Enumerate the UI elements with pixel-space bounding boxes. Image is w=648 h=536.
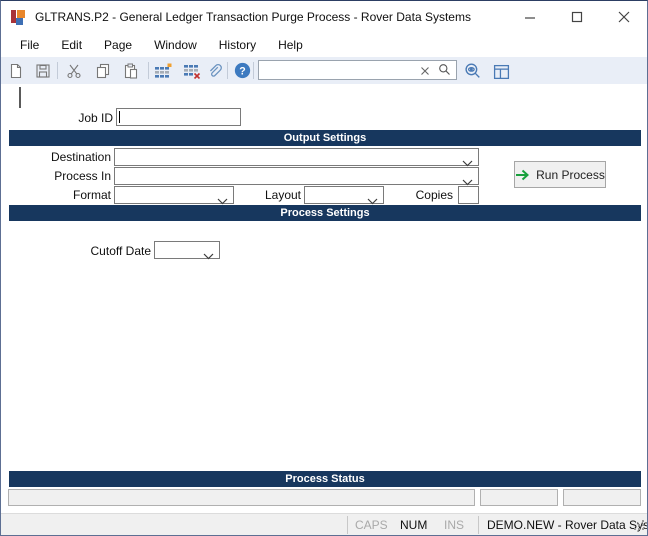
paperclip-icon [206, 63, 222, 79]
job-id-label: Job ID [1, 111, 113, 125]
app-window: GLTRANS.P2 - General Ledger Transaction … [0, 0, 648, 536]
paste-button[interactable] [120, 60, 142, 81]
app-icon [11, 9, 27, 25]
process-in-select[interactable] [114, 167, 479, 185]
connection-info: DEMO.NEW - Rover Data Systems [487, 518, 648, 532]
copy-icon [95, 63, 111, 79]
add-record-button[interactable] [152, 60, 174, 81]
section-process-settings: Process Settings [9, 205, 641, 221]
toolbar-separator [227, 62, 228, 79]
menu-page[interactable]: Page [93, 34, 143, 56]
input-caret [119, 111, 120, 123]
resize-grip[interactable] [634, 520, 645, 534]
new-document-icon [8, 63, 24, 79]
section-output-settings: Output Settings [9, 130, 641, 146]
close-icon [618, 11, 630, 23]
maximize-button[interactable] [553, 1, 600, 33]
attachments-button[interactable] [203, 60, 225, 81]
run-process-button[interactable]: Run Process [514, 161, 606, 188]
lookup-eye-icon [464, 62, 483, 80]
new-document-button[interactable] [5, 60, 27, 81]
copies-input[interactable] [458, 186, 479, 204]
save-button[interactable] [32, 60, 54, 81]
lookup-button[interactable] [462, 60, 484, 81]
copies-label: Copies [353, 188, 453, 202]
menu-edit[interactable]: Edit [50, 34, 93, 56]
close-button[interactable] [600, 1, 647, 33]
toolbar-separator [253, 62, 254, 79]
menu-history[interactable]: History [208, 34, 267, 56]
search-icon[interactable] [438, 63, 451, 81]
help-icon: ? [234, 62, 251, 79]
chevron-down-icon [203, 247, 214, 265]
help-button[interactable]: ? [231, 60, 253, 81]
status-value-field [480, 489, 558, 506]
paste-icon [123, 63, 139, 79]
job-id-input[interactable] [116, 108, 241, 126]
statusbar-separator [478, 516, 479, 534]
toolbar-search [258, 60, 457, 80]
cut-button[interactable] [63, 60, 85, 81]
minimize-icon [524, 11, 536, 23]
insert-mode-indicator: INS [444, 518, 464, 532]
maximize-icon [571, 11, 583, 23]
status-bar: CAPS NUM INS DEMO.NEW - Rover Data Syste… [1, 513, 647, 536]
search-clear-icon[interactable] [420, 63, 430, 81]
toolbar-separator [57, 62, 58, 79]
title-bar: GLTRANS.P2 - General Ledger Transaction … [1, 1, 647, 33]
cutoff-date-label: Cutoff Date [1, 244, 151, 258]
status-value-field [563, 489, 641, 506]
toolbar-search-input[interactable] [262, 61, 422, 79]
save-icon [35, 63, 51, 79]
delete-record-button[interactable] [181, 60, 203, 81]
add-record-icon [154, 63, 172, 79]
menu-window[interactable]: Window [143, 34, 208, 56]
form-area: Job ID Output Settings Destination Proce… [1, 84, 647, 513]
text-cursor [19, 87, 21, 108]
format-label: Format [1, 188, 111, 202]
cutoff-date-select[interactable] [154, 241, 220, 259]
svg-text:?: ? [239, 65, 245, 77]
menu-help[interactable]: Help [267, 34, 314, 56]
delete-record-icon [183, 63, 201, 79]
layout-label: Layout [201, 188, 301, 202]
layout-view-button[interactable] [490, 61, 512, 82]
caps-lock-indicator: CAPS [355, 518, 388, 532]
minimize-button[interactable] [506, 1, 553, 33]
layout-icon [493, 64, 510, 80]
process-in-label: Process In [1, 169, 111, 183]
destination-select[interactable] [114, 148, 479, 166]
menu-bar: File Edit Page Window History Help [1, 33, 647, 57]
run-arrow-icon [515, 169, 530, 181]
cut-icon [66, 63, 82, 79]
destination-label: Destination [1, 150, 111, 164]
section-process-status: Process Status [9, 471, 641, 487]
status-message-field [8, 489, 475, 506]
statusbar-separator [347, 516, 348, 534]
copy-button[interactable] [92, 60, 114, 81]
num-lock-indicator: NUM [400, 518, 427, 532]
toolbar-separator [148, 62, 149, 79]
window-title: GLTRANS.P2 - General Ledger Transaction … [35, 10, 471, 24]
menu-file[interactable]: File [9, 34, 50, 56]
